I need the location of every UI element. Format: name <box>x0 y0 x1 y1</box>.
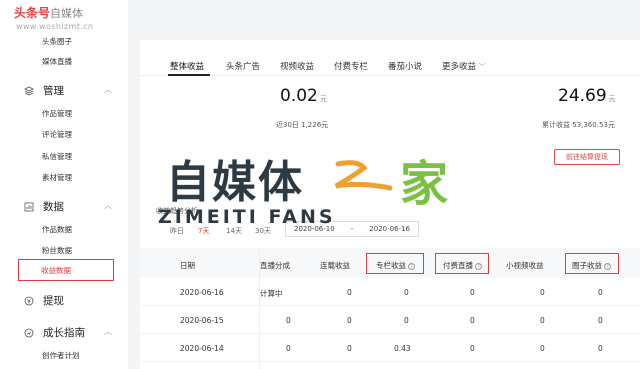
sidebar-item-circles[interactable]: 头条圈子 <box>42 36 72 47</box>
tab-paid-column[interactable]: 付费专栏 <box>334 60 368 72</box>
col-date: 日期 <box>180 261 195 270</box>
sidebar-group-withdraw[interactable]: 提现 <box>24 293 64 308</box>
sidebar-item-live[interactable]: 媒体直播 <box>42 56 72 67</box>
sidebar-item-comments[interactable]: 评论管理 <box>42 129 72 140</box>
date-separator: - <box>350 225 354 233</box>
layers-icon <box>24 86 34 96</box>
tab-overall[interactable]: 整体收益 <box>170 60 204 72</box>
col-serial: 连载收益 <box>320 261 350 270</box>
tab-headline-ads[interactable]: 头条广告 <box>226 60 260 72</box>
sidebar-item-earnings-data[interactable]: 收益数据 <box>18 259 114 281</box>
brand-logo-text: 头条号 <box>14 6 51 20</box>
cell-column: 0.43 <box>394 344 411 353</box>
watermark-logo-jia: 家 <box>400 156 449 212</box>
cell-serial: 0 <box>347 288 352 297</box>
total-earnings-caption: 累计收益 53,360.53元 <box>542 121 615 129</box>
cell-live-share: 0 <box>286 316 291 325</box>
chevron-up-icon[interactable]: ︿ <box>104 200 112 211</box>
cell-circle: 0 <box>598 316 603 325</box>
cell-live-share: 计算中 <box>260 289 283 298</box>
sidebar-group-manage[interactable]: 管理 <box>24 83 64 98</box>
cell-short-video: 0 <box>540 316 545 325</box>
recent-earnings-value: 0.02 元 <box>280 86 327 106</box>
chevron-up-icon[interactable]: ︿ <box>104 84 112 95</box>
cell-paid-live: 0 <box>470 316 475 325</box>
sidebar-group-growth[interactable]: 成长指南 <box>24 325 85 340</box>
cell-column: 0 <box>404 288 409 297</box>
tab-bar: 整体收益 头条广告 视频收益 付费专栏 番茄小说 更多收益 ﹀ <box>140 40 640 76</box>
watermark-brush-stroke <box>330 156 400 198</box>
tab-video[interactable]: 视频收益 <box>280 60 314 72</box>
watermark-logo-cn: 自媒体 <box>166 157 304 208</box>
cell-column: 0 <box>404 316 409 325</box>
cell-circle: 0 <box>598 344 603 353</box>
money-icon <box>24 296 34 306</box>
tab-fanqie-novel[interactable]: 番茄小说 <box>388 60 422 72</box>
brand-logo-rest: 自媒体 <box>50 7 84 20</box>
highlight-box <box>565 253 619 274</box>
sidebar-group-data[interactable]: 数据 <box>24 199 64 214</box>
sidebar-item-works[interactable]: 作品管理 <box>42 108 72 119</box>
site-url: www.woshizmt.cn <box>16 22 94 31</box>
cell-circle: 0 <box>598 288 603 297</box>
table-row: 2020-06-16 计算中 0 0 0 0 0 <box>140 278 640 306</box>
total-earnings-unit: 元 <box>608 95 616 103</box>
date-to: 2020-06-16 <box>369 225 410 233</box>
recent-earnings-number: 0.02 <box>280 86 318 106</box>
withdraw-button[interactable]: 前往结算提现 <box>554 149 620 165</box>
sidebar-item-creator-plan[interactable]: 创作者计划 <box>42 350 80 361</box>
total-earnings-value: 24.69 元 <box>558 86 616 106</box>
sidebar-group-data-label: 数据 <box>43 201 64 213</box>
cell-paid-live: 0 <box>470 344 475 353</box>
growth-icon <box>24 328 34 338</box>
sidebar-item-fans-data[interactable]: 粉丝数据 <box>42 245 72 256</box>
sidebar-item-work-data[interactable]: 作品数据 <box>42 224 72 235</box>
brand-logo[interactable]: 头条号自媒体 <box>14 4 83 21</box>
sidebar-group-growth-label: 成长指南 <box>43 327 85 339</box>
tab-more[interactable]: 更多收益 ﹀ <box>442 60 486 72</box>
watermark-logo-en: ZIMEITI FANS <box>158 206 336 228</box>
col-live-share: 直播分成 <box>260 261 290 270</box>
cell-live-share: 0 <box>286 344 291 353</box>
sidebar-item-messages[interactable]: 私信管理 <box>42 151 72 162</box>
sidebar-group-manage-label: 管理 <box>43 85 64 97</box>
col-short-video: 小视频收益 <box>506 261 544 270</box>
table-row: 2020-06-15 0 0 0 0 0 0 <box>140 306 640 334</box>
cell-serial: 0 <box>347 316 352 325</box>
active-tab-indicator <box>168 74 210 76</box>
table-column-divider <box>259 248 260 369</box>
cell-date: 2020-06-15 <box>180 316 224 325</box>
total-earnings-number: 24.69 <box>558 86 607 106</box>
chevron-up-icon[interactable]: ︿ <box>104 326 112 337</box>
cell-date: 2020-06-16 <box>180 288 224 297</box>
tab-more-label: 更多收益 <box>442 62 477 72</box>
cell-date: 2020-06-14 <box>180 344 224 353</box>
sidebar: 头条号自媒体 www.woshizmt.cn 头条圈子 媒体直播 管理 ︿ 作品… <box>0 0 128 369</box>
page: 头条号自媒体 www.woshizmt.cn 头条圈子 媒体直播 管理 ︿ 作品… <box>0 0 640 369</box>
cell-serial: 0 <box>347 344 352 353</box>
recent-earnings-caption: 近30日 1,226元 <box>276 121 329 129</box>
sidebar-item-materials[interactable]: 素材管理 <box>42 172 72 183</box>
sidebar-group-withdraw-label: 提现 <box>43 295 64 307</box>
table-row: 2020-06-14 0 0 0.43 0 0 0 <box>140 334 640 362</box>
chevron-down-icon: ﹀ <box>478 63 486 71</box>
chart-icon <box>24 202 34 212</box>
cell-short-video: 0 <box>540 344 545 353</box>
recent-earnings-unit: 元 <box>319 95 327 103</box>
highlight-box <box>366 253 424 274</box>
cell-short-video: 0 <box>540 288 545 297</box>
cell-paid-live: 0 <box>470 288 475 297</box>
sidebar-item-earnings-label: 收益数据 <box>41 266 71 275</box>
highlight-box <box>435 253 489 274</box>
